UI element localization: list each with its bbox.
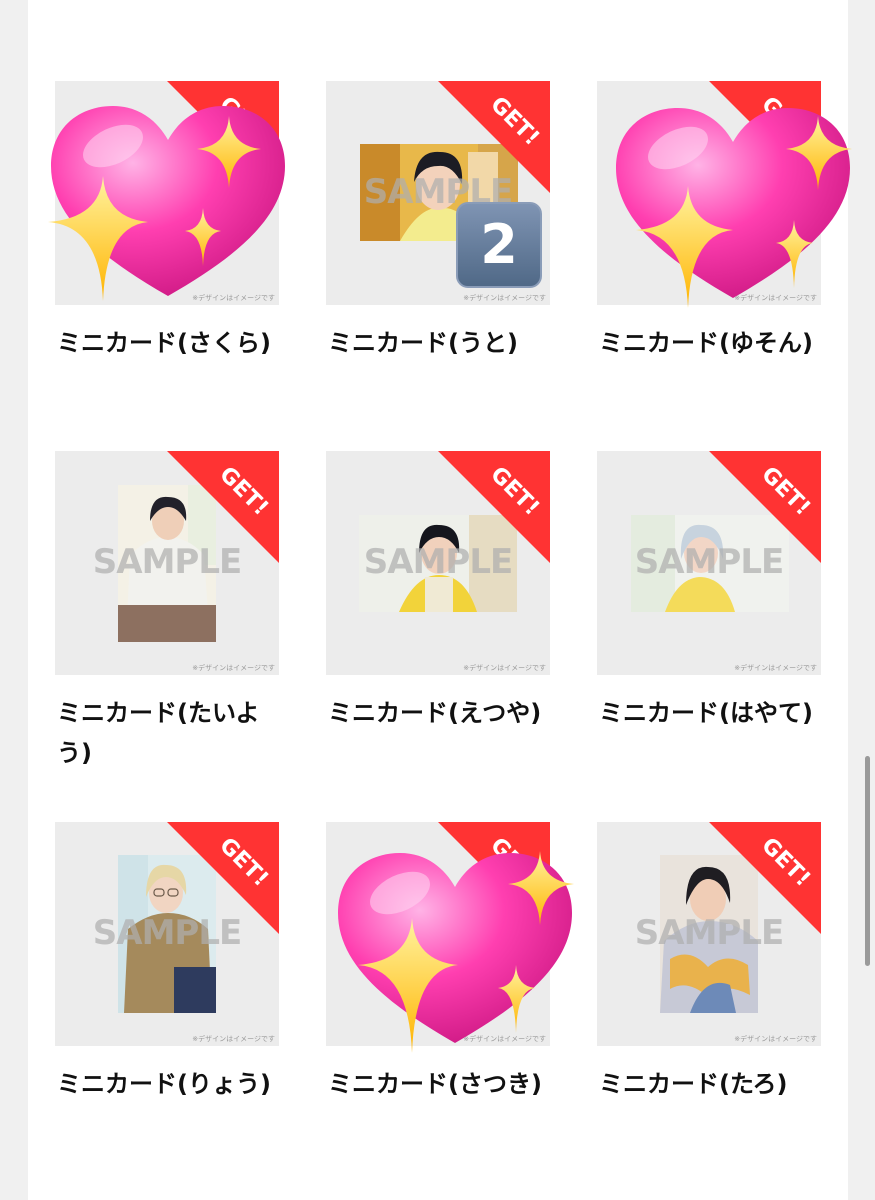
get-ribbon: GET! — [709, 81, 821, 193]
design-disclaimer: ※デザインはイメージです — [463, 1035, 546, 1043]
card-thumbnail[interactable]: SAMPLE ※デザインはイメージです GET! — [326, 451, 550, 675]
get-ribbon: GET! — [438, 822, 550, 934]
get-ribbon: GET! — [438, 81, 550, 193]
card-caption[interactable]: ミニカード(たろ) — [599, 1064, 821, 1104]
design-disclaimer: ※デザインはイメージです — [734, 664, 817, 672]
card-caption[interactable]: ミニカード(さくら) — [57, 323, 279, 363]
design-disclaimer: ※デザインはイメージです — [734, 294, 817, 302]
get-ribbon: GET! — [167, 451, 279, 563]
get-ribbon: GET! — [167, 822, 279, 934]
card-thumbnail[interactable]: SAMPLE ※デザインはイメージです GET! — [326, 822, 550, 1046]
get-ribbon: GET! — [167, 81, 279, 193]
design-disclaimer: ※デザインはイメージです — [192, 664, 275, 672]
design-disclaimer: ※デザインはイメージです — [734, 1035, 817, 1043]
card-thumbnail[interactable]: SAMPLE ※デザインはイメージです GET! — [55, 822, 279, 1046]
card-caption[interactable]: ミニカード(りょう) — [57, 1064, 279, 1104]
card-caption[interactable]: ミニカード(うと) — [328, 323, 550, 363]
card-caption[interactable]: ミニカード(ゆそん) — [599, 323, 821, 363]
card-caption[interactable]: ミニカード(はやて) — [599, 693, 821, 733]
card-thumbnail[interactable]: SAMPLE ※デザインはイメージです GET! — [597, 451, 821, 675]
scrollbar-thumb[interactable] — [865, 756, 870, 966]
design-disclaimer: ※デザインはイメージです — [192, 1035, 275, 1043]
card-caption[interactable]: ミニカード(えつや) — [328, 693, 550, 733]
card-caption[interactable]: ミニカード(さつき) — [328, 1064, 550, 1104]
get-ribbon: GET! — [709, 822, 821, 934]
get-ribbon: GET! — [438, 451, 550, 563]
card-thumbnail[interactable]: SAMPLE ※デザインはイメージです GET! — [597, 81, 821, 305]
card-grid-page: SAMPLE ※デザインはイメージです GET! ミニカード(さくら) SAMP… — [28, 0, 852, 1200]
keycap-2-icon: 2 — [456, 202, 542, 288]
design-disclaimer: ※デザインはイメージです — [463, 294, 546, 302]
card-caption[interactable]: ミニカード(たいよう) — [57, 693, 279, 773]
get-ribbon: GET! — [709, 451, 821, 563]
card-thumbnail[interactable]: SAMPLE ※デザインはイメージです GET! — [597, 822, 821, 1046]
design-disclaimer: ※デザインはイメージです — [192, 294, 275, 302]
design-disclaimer: ※デザインはイメージです — [463, 664, 546, 672]
card-thumbnail[interactable]: SAMPLE ※デザインはイメージです GET! — [55, 81, 279, 305]
card-thumbnail[interactable]: SAMPLE ※デザインはイメージです GET! — [55, 451, 279, 675]
